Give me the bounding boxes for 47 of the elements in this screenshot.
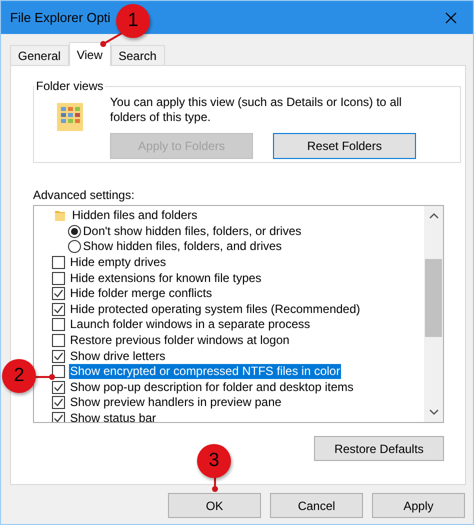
button[interactable]: Cancel — [270, 493, 363, 518]
tab[interactable]: View — [68, 42, 110, 66]
scrollbar[interactable] — [424, 206, 443, 422]
checkbox[interactable] — [52, 318, 65, 332]
leader-line — [214, 476, 216, 489]
list-item[interactable]: Restore previous folder windows at logon — [69, 333, 290, 348]
tab[interactable]: General — [10, 45, 69, 66]
description-text: You can apply this view (such as Details or Icons) to all folders of this type. — [110, 95, 403, 125]
checkbox[interactable] — [52, 412, 65, 422]
list-item[interactable]: Show status bar — [69, 411, 158, 422]
button[interactable]: OK — [168, 493, 261, 518]
folder-icon — [57, 101, 83, 133]
checkbox[interactable] — [52, 396, 65, 410]
checkbox[interactable] — [52, 334, 65, 348]
radio-button[interactable] — [68, 240, 81, 254]
checkbox[interactable] — [52, 272, 65, 285]
list-item[interactable]: Show drive letters — [69, 348, 166, 364]
list-item[interactable]: Show pop-up description for folder and desktop items — [69, 380, 354, 395]
button[interactable]: Restore Defaults — [314, 436, 444, 461]
close-icon — [445, 12, 457, 24]
checkbox[interactable] — [52, 256, 65, 270]
checkbox[interactable] — [52, 302, 65, 316]
checkbox[interactable] — [52, 287, 65, 300]
group-title: Folder views — [35, 79, 104, 93]
scroll-thumb[interactable] — [425, 259, 442, 337]
list-item[interactable]: Don't show hidden files, folders, or drives — [82, 224, 302, 239]
list-item[interactable]: Hide empty drives — [69, 255, 168, 270]
button[interactable]: Apply — [372, 493, 465, 518]
checkbox[interactable] — [52, 350, 65, 363]
list-item[interactable]: Launch folder windows in a separate process — [69, 317, 312, 332]
tab[interactable]: Search — [110, 45, 165, 66]
window-title: File Explorer Opti — [10, 10, 110, 25]
list-item[interactable]: Hide extensions for known file types — [69, 270, 262, 286]
button[interactable]: Reset Folders — [273, 133, 416, 159]
list-item[interactable]: Show preview handlers in preview pane — [69, 395, 282, 410]
callout-badge: 2 — [2, 359, 36, 393]
list-item[interactable]: Hide folder merge conflicts — [69, 286, 214, 302]
checkbox[interactable] — [52, 380, 65, 394]
list-item[interactable]: Hidden files and folders — [71, 208, 198, 224]
list-item[interactable]: Hide protected operating system files (Recommended) — [69, 302, 362, 317]
radio-button[interactable] — [68, 224, 81, 238]
list-item[interactable]: Show encrypted or compressed NTFS files in color — [69, 364, 342, 380]
folder-icon — [55, 210, 65, 222]
list-item[interactable]: Show hidden files, folders, and drives — [82, 239, 283, 254]
section-label: Advanced settings: — [33, 188, 136, 202]
checkbox[interactable] — [52, 365, 65, 378]
leader-line — [34, 376, 52, 378]
